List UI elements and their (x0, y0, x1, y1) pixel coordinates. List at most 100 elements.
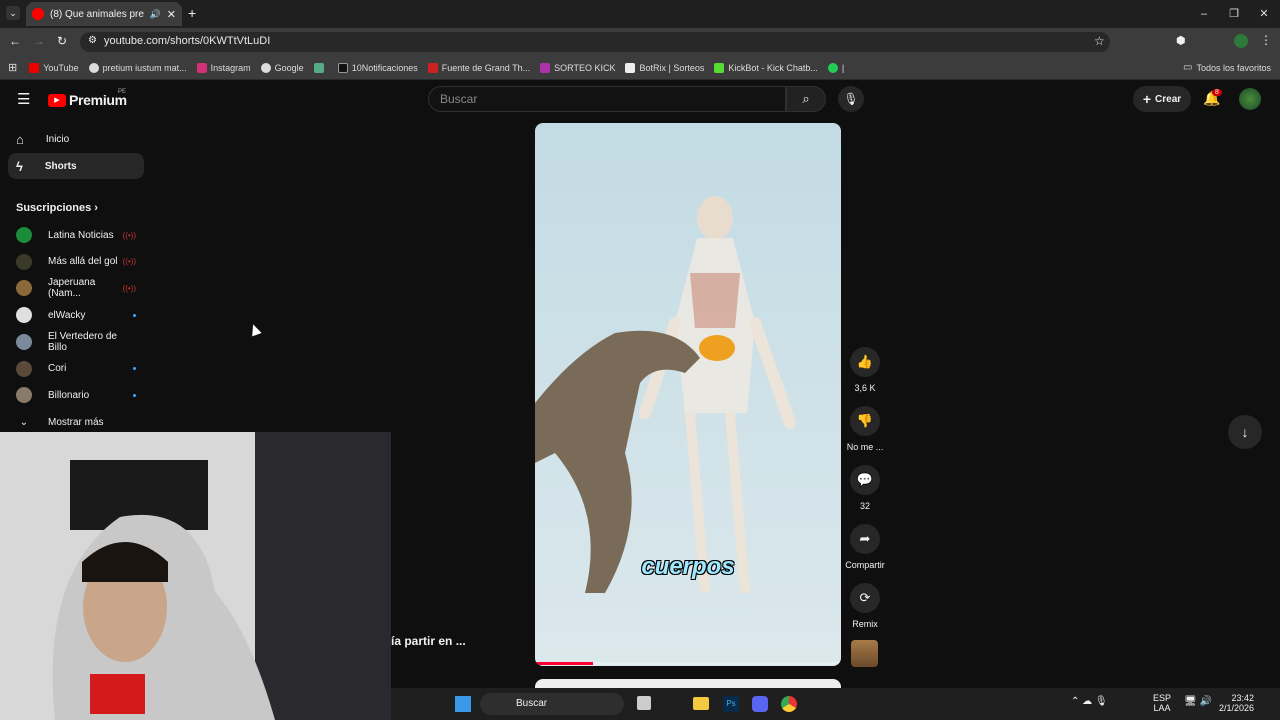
url-field[interactable]: youtube.com/shorts/0KWTtVtLuDI (80, 32, 1110, 52)
youtube-logo[interactable]: ▶ Premium (48, 92, 127, 108)
channel-avatar (16, 253, 32, 270)
restore-icon[interactable]: ❐ (1226, 6, 1242, 22)
bookmark-google[interactable]: Google (260, 62, 304, 73)
photoshop-icon[interactable]: Ps (723, 696, 739, 712)
remix-button[interactable]: ⟳ Remix (843, 583, 887, 629)
subscription-item[interactable]: Latina Noticias ((•)) (16, 225, 136, 245)
channel-name: elWacky (48, 309, 86, 321)
microphone-icon[interactable]: 🎙 (838, 86, 864, 112)
reload-icon[interactable]: ↻ (57, 34, 67, 48)
search-icon[interactable]: ⌕ (786, 86, 826, 112)
region-code: PE (118, 89, 127, 95)
search-input[interactable]: Buscar (428, 86, 786, 112)
mouse-cursor (248, 322, 262, 337)
notification-badge: 8 (1212, 89, 1222, 96)
audio-icon[interactable]: 🔊 (150, 9, 161, 20)
forward-icon[interactable]: → (33, 34, 45, 48)
live-indicator-icon: ((•)) (122, 283, 136, 293)
shorts-icon: ϟ (16, 158, 23, 174)
file-explorer-icon[interactable] (693, 697, 709, 710)
channel-avatar (16, 227, 32, 243)
bookmark-pretium[interactable]: pretium iustum mat... (88, 62, 187, 73)
apps-icon[interactable]: ⊞ (8, 61, 17, 74)
task-view-icon[interactable] (637, 696, 651, 710)
hamburger-menu-icon[interactable]: ☰ (17, 90, 30, 108)
thumbs-up-icon: 👍 (850, 347, 880, 377)
next-short-button[interactable]: ↓ (1228, 415, 1262, 449)
bookmark-botrix[interactable]: BotRix | Sorteos (625, 62, 704, 73)
subscription-item[interactable]: El Vertedero de Billo (16, 330, 136, 353)
system-tray[interactable]: ⌃ ☁ 🎙 (1071, 696, 1108, 707)
language-indicator[interactable]: ESP LAA (1153, 693, 1171, 713)
comment-icon: 💬 (850, 465, 880, 495)
sidebar-item-shorts[interactable]: ϟ Shorts (8, 153, 144, 179)
channel-name: El Vertedero de Billo (48, 330, 117, 353)
bookmark-star-icon[interactable]: ☆ (1094, 34, 1105, 48)
minimize-icon[interactable]: – (1196, 6, 1212, 22)
subscription-item[interactable]: Cori (16, 359, 136, 379)
clock[interactable]: 23:42 2/1/2026 (1219, 693, 1254, 713)
new-content-dot-icon (133, 393, 136, 397)
bookmark-instagram[interactable]: Instagram (196, 62, 251, 73)
bookmark-10notificaciones[interactable]: 10Notificaciones (337, 62, 418, 73)
dislike-button[interactable]: 👎 No me ... (843, 406, 887, 452)
share-button[interactable]: ➦ Compartir (843, 524, 887, 570)
channel-avatar (16, 360, 32, 377)
channel-name: Cori (48, 363, 67, 374)
extension-icon[interactable]: ⬢ (1176, 34, 1186, 47)
site-info-icon[interactable]: ⚙ (88, 35, 97, 46)
video-frame (535, 196, 796, 593)
new-content-dot-icon (133, 313, 136, 317)
chevron-down-icon: ⌄ (19, 416, 29, 428)
subscription-item[interactable]: Japeruana (Nam... ((•)) (16, 277, 136, 300)
user-avatar[interactable] (1239, 88, 1261, 110)
sidebar-item-home[interactable]: ⌂ Inicio (8, 126, 144, 152)
subscription-item[interactable]: Más allá del gol ((•)) (16, 252, 136, 272)
bookmarks-bar: ⊞ YouTube pretium iustum mat... Instagra… (0, 56, 1280, 80)
subscription-item[interactable]: elWacky (16, 305, 136, 325)
network-volume-icons[interactable]: 🖥 🔊 (1184, 696, 1212, 707)
chrome-icon[interactable] (781, 696, 797, 712)
close-window-icon[interactable]: ✕ (1256, 6, 1272, 22)
bookmark-youtube[interactable]: YouTube (29, 62, 79, 73)
tab-title: (8) Que animales prehistoric (50, 8, 144, 20)
bookmark-icon-only[interactable] (313, 62, 328, 73)
channel-name: Japeruana (Nam... (48, 277, 96, 300)
all-favorites-folder[interactable]: ▭ Todos los favoritos (1183, 62, 1271, 73)
channel-avatar (16, 280, 32, 297)
next-video-preview[interactable] (535, 679, 841, 688)
browser-tab-youtube[interactable]: (8) Que animales prehistoric 🔊 ✕ (26, 2, 182, 26)
taskbar-search[interactable]: Buscar (480, 693, 624, 715)
bookmark-fuente-gta[interactable]: Fuente de Grand Th... (427, 62, 530, 73)
like-button[interactable]: 👍 3,6 K (843, 347, 887, 393)
sound-thumbnail[interactable] (851, 640, 878, 667)
create-button[interactable]: + Crear (1133, 86, 1191, 112)
new-content-dot-icon (133, 367, 136, 370)
thumbs-down-icon: 👎 (850, 406, 880, 436)
new-tab-button[interactable]: + (188, 5, 196, 21)
video-caption: cuerpos (641, 553, 735, 580)
windows-taskbar: Buscar Ps ⌃ ☁ 🎙 ESP LAA 🖥 🔊 23:42 2/1/2026 (391, 688, 1280, 720)
close-tab-icon[interactable]: ✕ (167, 8, 176, 21)
back-icon[interactable]: ← (9, 34, 21, 48)
subscription-item[interactable]: Billonario (16, 385, 136, 405)
channel-avatar (16, 307, 32, 324)
tab-search-chevron-icon[interactable]: ⌄ (6, 6, 20, 20)
youtube-play-logo-icon: ▶ (48, 93, 66, 107)
profile-avatar[interactable] (1234, 34, 1248, 48)
subscriptions-heading[interactable]: Suscripciones › (16, 202, 98, 214)
bookmark-whatsapp[interactable]: | (827, 62, 848, 73)
live-indicator-icon: ((•)) (122, 257, 136, 267)
discord-icon[interactable] (752, 696, 768, 712)
bookmark-sorteo-kick[interactable]: SORTEO KICK (540, 62, 615, 73)
show-more-button[interactable]: ⌄ Mostrar más (16, 412, 136, 432)
menu-icon[interactable]: ⋮ (1260, 33, 1272, 47)
shorts-video-player[interactable]: cuerpos (535, 123, 841, 666)
remix-icon: ⟳ (850, 583, 880, 613)
comments-button[interactable]: 💬 32 (843, 465, 887, 511)
windows-start-icon[interactable] (455, 696, 471, 712)
youtube-favicon-icon (32, 8, 44, 20)
channel-avatar (16, 333, 32, 350)
share-icon: ➦ (850, 524, 880, 554)
bookmark-kickbot[interactable]: KickBot - Kick Chatb... (714, 62, 818, 73)
